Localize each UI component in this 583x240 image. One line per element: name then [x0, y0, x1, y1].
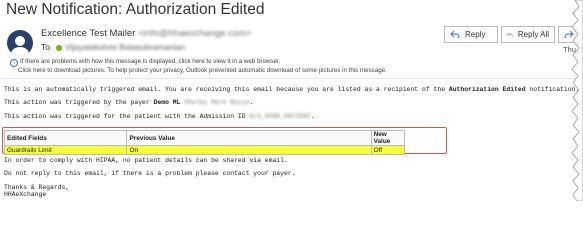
to-label: To	[41, 42, 50, 52]
header-previous-value: Previous Value	[126, 130, 372, 146]
reply-button[interactable]: Reply	[444, 26, 498, 43]
torn-edge	[571, 0, 583, 201]
p2-text: This action was triggered by the payer	[4, 99, 154, 106]
p3-text: This action was triggered for the patien…	[4, 113, 250, 120]
recipient-line: To Vijayalakshmi Balasubramanian	[41, 42, 185, 52]
edited-fields-table: Edited Fields Previous Value New Value G…	[3, 130, 406, 155]
body-paragraph-5: Do not reply to this email, if there is …	[4, 170, 296, 177]
info-line-1[interactable]: If there are problems with how this mess…	[20, 58, 280, 65]
reply-label: Reply	[465, 30, 486, 39]
sender-email[interactable]: <info@hhaexchange.com>	[138, 28, 252, 39]
payer-name: Demo ML	[153, 99, 181, 106]
cell-new: Off	[370, 145, 406, 155]
sender-name[interactable]: Excellence Test Mailer	[41, 28, 135, 39]
email-subject: New Notification: Authorization Edited	[6, 1, 265, 18]
reply-icon	[450, 30, 460, 39]
header-new-value: New Value	[370, 130, 406, 146]
admission-id-redacted: ELS_8990_PATIENT	[249, 113, 311, 120]
payer-redacted: Shelby Mark Ninja	[184, 99, 250, 106]
reply-all-icon	[507, 32, 513, 37]
table-header-row: Edited Fields Previous Value New Value	[3, 130, 406, 146]
body-paragraph-2: This action was triggered by the payer D…	[4, 99, 253, 106]
p2-text-end: .	[249, 99, 254, 106]
signature-line-1: Thanks & Regards,	[4, 184, 70, 191]
body-paragraph-1: This is an automatically triggered email…	[4, 86, 579, 93]
body-paragraph-3: This action was triggered for the patien…	[4, 113, 315, 120]
p3-text-end: .	[310, 113, 315, 120]
info-line-2[interactable]: Click here to download pictures. To help…	[10, 67, 387, 75]
table-row: Guardrails Limit On Off	[3, 145, 406, 155]
p1-text: This is an automatically triggered email…	[4, 86, 449, 93]
header-edited-fields: Edited Fields	[3, 130, 128, 146]
p1-notification-name: Authorization Edited	[448, 86, 526, 93]
reply-all-button[interactable]: Reply All	[501, 26, 555, 43]
info-icon: i	[10, 59, 18, 67]
reply-all-label: Reply All	[517, 30, 549, 39]
info-bar[interactable]: i If there are problems with how this mes…	[10, 58, 387, 75]
presence-icon	[55, 44, 62, 51]
signature-line-2: HHAeXchange	[4, 191, 47, 198]
cell-previous: On	[126, 145, 372, 155]
recipient-name[interactable]: Vijayalakshmi Balasubramanian	[65, 42, 185, 52]
sender-avatar[interactable]	[7, 30, 33, 56]
header-divider	[0, 78, 583, 79]
cell-field: Guardrails Limit	[3, 145, 128, 155]
sender-line[interactable]: Excellence Test Mailer <info@hhaexchange…	[41, 28, 252, 39]
body-paragraph-4: In order to comply with HIPAA, no patien…	[4, 157, 288, 164]
